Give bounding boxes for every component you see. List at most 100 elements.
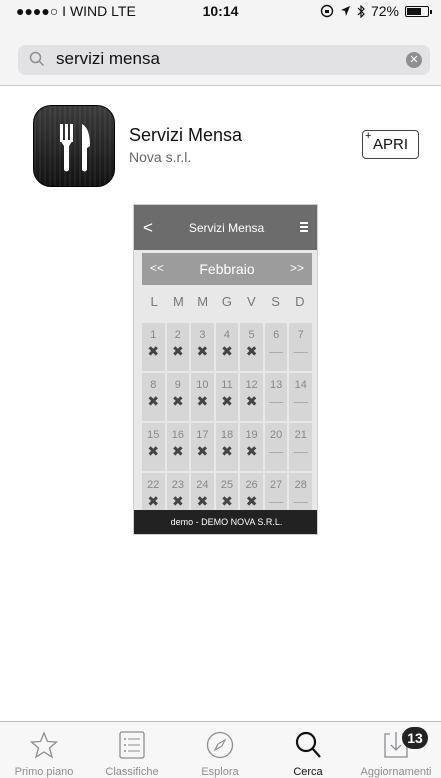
weekday-label: M — [197, 294, 209, 309]
meal-mark: ✖ — [221, 343, 233, 359]
search-icon — [29, 51, 45, 67]
meal-mark: ✖ — [171, 343, 184, 359]
weekday-label: S — [271, 294, 280, 309]
tab-label: Aggiornamenti — [360, 766, 432, 778]
no-meal-mark: — — [293, 493, 308, 509]
day-number: 28 — [294, 479, 307, 491]
meal-mark: ✖ — [147, 393, 160, 409]
search-icon — [295, 731, 321, 758]
meal-mark: ✖ — [196, 493, 209, 509]
clear-search-icon[interactable]: ✕ — [406, 52, 422, 68]
meal-mark: ✖ — [147, 493, 160, 509]
weekday-label: M — [173, 294, 184, 309]
day-number: 19 — [245, 429, 258, 441]
calendar-day: 6— — [264, 323, 288, 371]
day-number: 1 — [150, 329, 157, 341]
meal-mark: ✖ — [245, 393, 258, 409]
calendar-day: 7— — [289, 323, 312, 371]
day-number: 5 — [248, 329, 255, 341]
app-icon[interactable] — [33, 105, 115, 187]
day-number: 24 — [196, 479, 209, 491]
meal-mark: ✖ — [221, 393, 233, 409]
day-number: 16 — [171, 429, 184, 441]
search-input[interactable]: servizi mensa ✕ — [18, 45, 430, 75]
tab-bar: Primo piano Classifiche Esplora Cerca 13… — [0, 721, 441, 778]
next-month: >> — [289, 261, 304, 275]
status-right: 72% — [320, 3, 432, 19]
calendar-day: 2 ✖ — [166, 323, 190, 371]
tab-classifiche[interactable]: Classifiche — [88, 722, 176, 778]
app-developer[interactable]: Nova s.r.l. — [129, 149, 191, 165]
tab-label: Primo piano — [14, 766, 74, 778]
battery-icon — [405, 5, 432, 17]
calendar-day: 16 ✖ — [166, 423, 190, 471]
meal-mark: ✖ — [196, 393, 209, 409]
no-meal-mark: — — [269, 393, 284, 409]
meal-mark: ✖ — [221, 493, 233, 509]
calendar-day: 13 — — [264, 373, 288, 421]
no-meal-mark: — — [269, 343, 284, 359]
weekday-label: V — [246, 294, 256, 309]
day-number: 12 — [245, 379, 258, 391]
meal-mark: ✖ — [147, 443, 160, 459]
calendar-day: 19 ✖ — [240, 423, 263, 471]
calendar-day: 11 ✖ — [215, 373, 239, 421]
battery-fill — [407, 7, 421, 15]
calendar-day: 4 ✖ — [215, 323, 239, 371]
day-number: 3 — [199, 329, 206, 341]
day-number: 26 — [245, 479, 258, 491]
day-number: 21 — [294, 429, 307, 441]
preview-title: Servizi Mensa — [188, 221, 265, 235]
day-number: 20 — [270, 429, 283, 441]
app-title[interactable]: Servizi Mensa — [129, 125, 242, 146]
day-number: 10 — [196, 379, 209, 391]
meal-mark: ✖ — [147, 343, 160, 359]
search-query[interactable]: servizi mensa — [56, 49, 160, 69]
day-number: 11 — [221, 379, 233, 391]
tab-primo-piano[interactable]: Primo piano — [0, 722, 88, 778]
star-icon — [29, 731, 59, 759]
meal-mark: ✖ — [245, 343, 258, 359]
weekday-header: LMMGVSD — [142, 294, 312, 314]
calendar-day: 12 ✖ — [240, 373, 263, 421]
calendar-day: 20 — — [264, 423, 288, 471]
meal-mark: ✖ — [171, 493, 184, 509]
open-button[interactable]: + APRI — [362, 130, 419, 159]
meal-mark: ✖ — [245, 443, 258, 459]
fork-knife-icon — [60, 124, 90, 172]
meal-mark: ✖ — [196, 343, 209, 359]
preview-header: < Servizi Mensa — [134, 205, 317, 250]
location-icon — [340, 6, 350, 16]
tab-cerca[interactable]: Cerca — [264, 722, 352, 778]
meal-mark: ✖ — [171, 393, 184, 409]
calendar-day: 8 ✖ — [142, 373, 165, 421]
open-label: APRI — [372, 136, 408, 153]
day-number: 8 — [150, 379, 157, 391]
month-name: Febbraio — [199, 261, 255, 277]
tab-esplora[interactable]: Esplora — [176, 722, 264, 778]
day-number: 27 — [270, 479, 283, 491]
day-number: 9 — [174, 379, 181, 391]
day-number: 14 — [294, 379, 307, 391]
calendar-grid: 1 ✖ 2 ✖ 3 ✖ 4 ✖ 5 ✖ 6—7—8 ✖ 9 ✖ 10 ✖ 11 ✖ 12 ✖ 13—14—15 ✖ 16 ✖ 1… — [142, 323, 312, 521]
rotation-lock-icon — [320, 4, 334, 18]
calendar-day: 1 ✖ — [142, 323, 165, 371]
app-screenshot-preview[interactable]: < Servizi Mensa << Febbraio >> LMMGVSD 1… — [133, 204, 318, 535]
no-meal-mark: — — [269, 493, 284, 509]
preview-footer: demo - DEMO NOVA S.R.L. — [134, 510, 317, 534]
weekday-label: L — [150, 294, 158, 309]
calendar-day: 5 ✖ — [240, 323, 263, 371]
tab-aggiornamenti[interactable]: 13 Aggiornamenti — [352, 722, 440, 778]
menu-icon — [300, 222, 308, 234]
calendar-day: 18 ✖ — [215, 423, 239, 471]
day-number: 25 — [220, 479, 234, 491]
day-number: 17 — [196, 429, 209, 441]
no-meal-mark: — — [293, 443, 308, 459]
tab-label: Classifiche — [105, 766, 159, 778]
calendar-day: 15 ✖ — [142, 423, 165, 471]
battery-percent: 72% — [370, 3, 399, 19]
calendar-day: 21 — — [289, 423, 312, 471]
meal-mark: ✖ — [221, 443, 233, 459]
weekday-label: D — [295, 294, 305, 309]
day-number: 2 — [174, 329, 181, 341]
